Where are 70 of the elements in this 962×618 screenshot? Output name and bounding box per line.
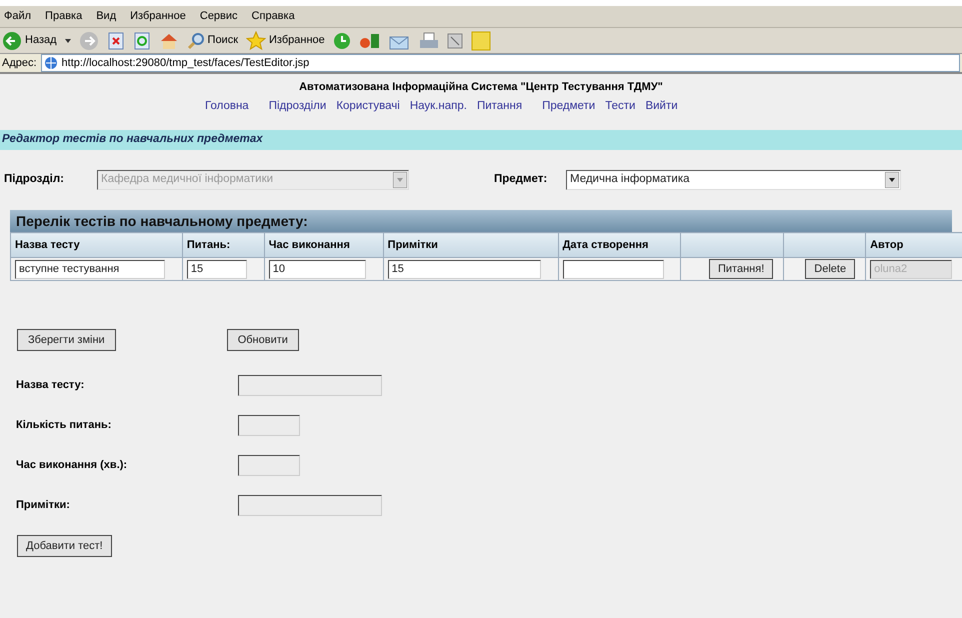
caret-icon <box>393 172 407 188</box>
input-field[interactable] <box>238 374 382 396</box>
refresh-button[interactable]: Обновити <box>226 329 299 351</box>
menu-item[interactable]: Избранное <box>130 8 186 25</box>
input-field[interactable]: 10 <box>268 260 366 278</box>
site-title: Автоматизована Інформаційна Система "Центр Тестування ТДМУ" <box>298 80 664 95</box>
search-button[interactable]: Поиск <box>186 32 238 50</box>
input-field[interactable]: 15 <box>186 260 247 278</box>
stop-button[interactable] <box>106 32 125 50</box>
nav-link[interactable]: Наук.напр. <box>410 98 467 130</box>
favorites-button[interactable]: Избранное <box>246 30 325 50</box>
nav-link[interactable]: Тести <box>605 98 636 130</box>
field-label: Примітки: <box>16 498 71 513</box>
caret-icon <box>64 38 71 42</box>
globe-icon <box>44 56 58 70</box>
column-header: Питань: <box>182 232 264 258</box>
input-field[interactable]: 15 <box>388 260 541 278</box>
field-label: Назва тесту: <box>16 378 86 393</box>
refresh-icon <box>132 32 151 50</box>
dropdown[interactable]: Медична інформатика <box>566 170 901 190</box>
house-icon <box>158 32 179 50</box>
forward-button[interactable] <box>78 30 99 50</box>
home-button[interactable] <box>158 32 179 50</box>
back-dropdown[interactable] <box>64 38 71 42</box>
search-icon <box>186 32 205 50</box>
field-label: Кількість питань: <box>16 418 112 433</box>
input-field[interactable]: вступне тестування <box>15 260 165 278</box>
column-header: Час виконання <box>264 232 384 258</box>
input-field[interactable] <box>238 454 300 476</box>
table-button[interactable]: Delete <box>805 259 856 279</box>
column-header: Автор <box>866 232 962 258</box>
printer-icon <box>418 32 439 50</box>
field-label: Предмет: <box>494 172 548 188</box>
nav-link[interactable]: Головна <box>205 98 249 130</box>
address-field[interactable]: http://localhost:29080/tmp_test/faces/TestEditor.jsp <box>40 54 960 72</box>
edit-button[interactable] <box>446 32 463 48</box>
column-header: Дата створення <box>558 232 681 258</box>
add-test-button[interactable]: Добавити тест! <box>17 535 112 557</box>
stop-icon <box>106 32 125 50</box>
menu-item[interactable]: Справка <box>252 8 295 25</box>
square-icon <box>446 32 463 48</box>
column-header: Назва тесту <box>10 232 182 258</box>
nav-link[interactable]: Питання <box>476 98 522 130</box>
nav-link[interactable]: Вийти <box>645 98 678 130</box>
address-label: Адрес: <box>2 56 37 71</box>
table-button[interactable]: Питання! <box>709 259 774 279</box>
nav-link[interactable]: Підрозділи <box>268 98 326 130</box>
nav-link[interactable]: Користувачі <box>336 98 400 130</box>
menu-item[interactable]: Вид <box>96 8 116 25</box>
save-button[interactable]: Зберегти зміни <box>17 329 116 351</box>
back-button[interactable]: Назад <box>2 30 57 50</box>
section-title: Редактор тестів по навчальних предметах <box>2 132 263 148</box>
note-icon <box>470 30 491 50</box>
star-icon <box>246 30 266 50</box>
history-button[interactable] <box>332 32 351 50</box>
nav-link[interactable]: Предмети <box>542 98 596 130</box>
input-field[interactable] <box>238 414 300 436</box>
menu-item[interactable]: Правка <box>45 8 82 25</box>
input-field[interactable] <box>562 260 664 278</box>
refresh-button[interactable] <box>132 32 151 50</box>
table-title: Перелік тестів по навчальному предмету: <box>16 212 308 231</box>
clock-icon <box>332 32 351 50</box>
menu-item[interactable]: Файл <box>4 8 32 25</box>
field-label: Час виконання (хв.): <box>16 458 128 473</box>
menu-item[interactable]: Сервис <box>200 8 238 25</box>
print-button[interactable] <box>418 32 439 50</box>
field-label: Підрозділ: <box>4 172 66 188</box>
caret-icon <box>885 172 899 188</box>
column-header: Примітки <box>383 232 558 258</box>
input-field[interactable] <box>238 494 382 516</box>
